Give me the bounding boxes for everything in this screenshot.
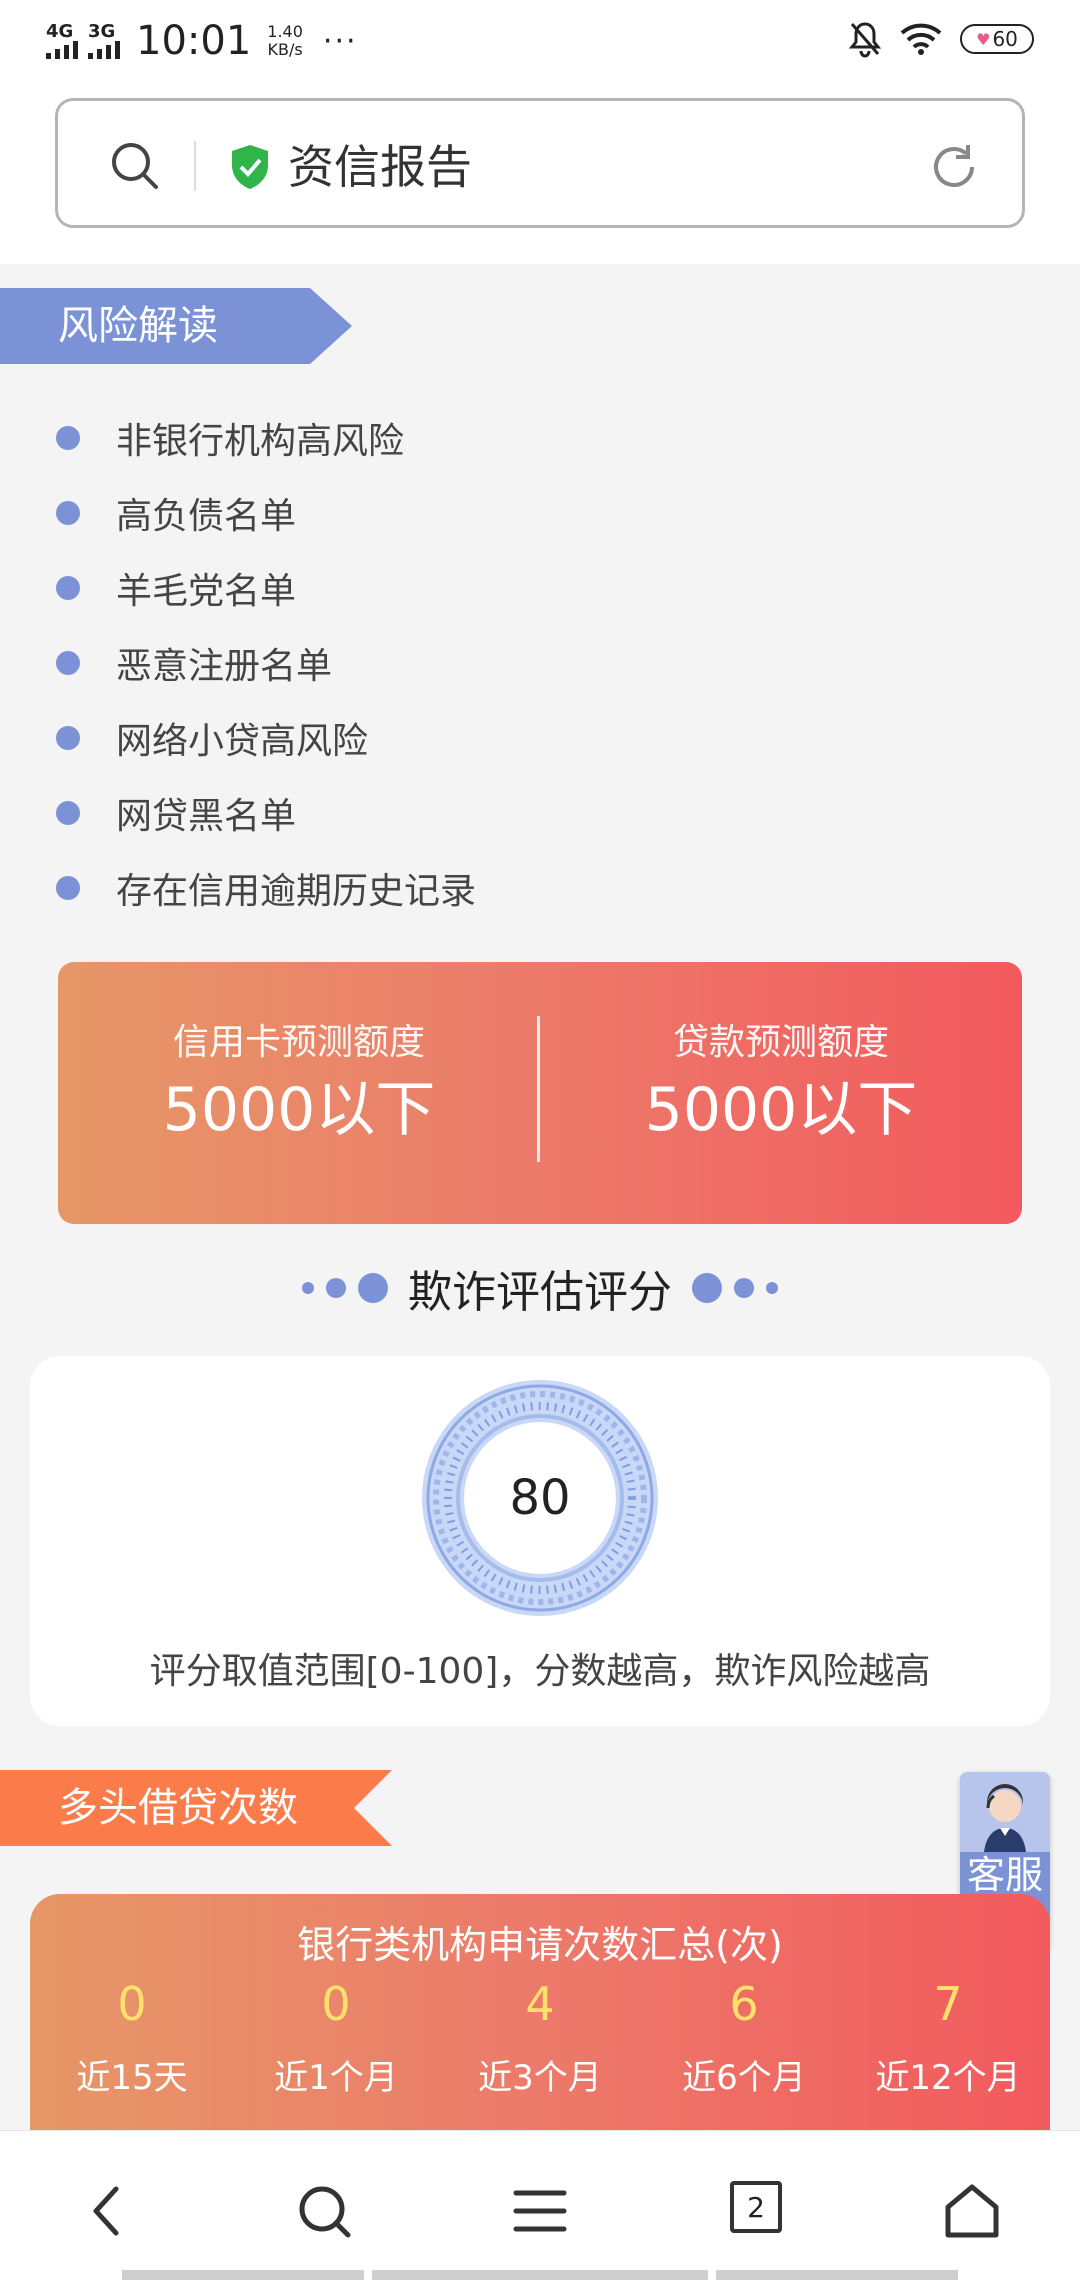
decor-dots-right-icon <box>692 1273 778 1303</box>
signal-4g-icon: 4G <box>46 23 78 59</box>
back-icon[interactable] <box>78 2179 142 2243</box>
search-icon[interactable] <box>292 2179 356 2243</box>
home-icon[interactable] <box>940 2179 1004 2243</box>
credit-card-prediction: 信用卡预测额度 5000以下 <box>58 1020 540 1148</box>
network-type-2: 3G <box>88 21 116 42</box>
wifi-icon <box>900 23 942 55</box>
risk-item-label: 非银行机构高风险 <box>116 420 405 462</box>
battery-level: 60 <box>992 27 1018 51</box>
mute-bell-icon <box>848 22 882 58</box>
list-item: 非银行机构高风险 <box>56 400 956 475</box>
loan-value: 5000以下 <box>644 1075 918 1145</box>
risk-section-tag: 风险解读 <box>0 288 352 364</box>
page-title: 资信报告 <box>288 140 472 194</box>
period-count: 0 <box>117 1977 147 2031</box>
risk-item-label: 网贷黑名单 <box>116 795 297 837</box>
period-count: 4 <box>525 1977 555 2031</box>
period-label: 近1个月 <box>274 2058 398 2098</box>
status-right: ♥ 60 <box>848 20 1034 58</box>
list-item: 存在信用逾期历史记录 <box>56 850 956 925</box>
browser-bottom-nav: 2 <box>0 2130 1080 2280</box>
bank-application-card: 银行类机构申请次数汇总(次) 0 近15天 0 近1个月 4 近3个月 6 近6… <box>30 1894 1050 2134</box>
list-item: 恶意注册名单 <box>56 625 956 700</box>
period-item: 0 近1个月 <box>234 1976 438 2098</box>
gesture-bar-center <box>372 2270 708 2280</box>
loan-label: 贷款预测额度 <box>672 1022 889 1063</box>
gesture-bar-right <box>716 2270 958 2280</box>
period-count: 7 <box>933 1977 963 2031</box>
period-label: 近6个月 <box>682 2058 806 2098</box>
bullet-icon <box>56 500 80 525</box>
refresh-icon[interactable] <box>926 139 982 195</box>
list-item: 网贷黑名单 <box>56 775 956 850</box>
loan-prediction: 贷款预测额度 5000以下 <box>540 1020 1022 1148</box>
fraud-score-note: 评分取值范围[0-100]，分数越高，欺诈风险越高 <box>149 1651 931 1692</box>
more-notifications-icon: ··· <box>322 23 358 59</box>
limit-prediction-card: 信用卡预测额度 5000以下 贷款预测额度 5000以下 <box>58 962 1022 1224</box>
fraud-score-card: 80 评分取值范围[0-100]，分数越高，欺诈风险越高 <box>30 1356 1050 1726</box>
period-item: 6 近6个月 <box>642 1976 846 2098</box>
bullet-icon <box>56 425 80 450</box>
gesture-bar-left <box>122 2270 364 2280</box>
risk-item-label: 网络小贷高风险 <box>116 720 369 762</box>
bullet-icon <box>56 725 80 750</box>
speed-unit: KB/s <box>267 40 303 59</box>
period-count: 6 <box>729 1977 759 2031</box>
browser-header: 资信报告 <box>0 86 1080 264</box>
bullet-icon <box>56 575 80 600</box>
network-type-1: 4G <box>46 21 74 42</box>
address-bar[interactable]: 资信报告 <box>55 98 1025 228</box>
fraud-section-title: 欺诈评估评分 <box>0 1256 1080 1320</box>
clock: 10:01 <box>136 18 252 64</box>
network-speed: 1.40 KB/s <box>267 23 303 59</box>
period-label: 近3个月 <box>478 2058 602 2098</box>
bank-card-title: 银行类机构申请次数汇总(次) <box>297 1923 783 1967</box>
agent-avatar-icon <box>960 1772 1050 1852</box>
list-item: 高负债名单 <box>56 475 956 550</box>
period-item: 4 近3个月 <box>438 1976 642 2098</box>
battery-icon: ♥ 60 <box>960 24 1034 54</box>
credit-card-label: 信用卡预测额度 <box>172 1022 425 1063</box>
status-bar: 4G 3G 10:01 1.40 KB/s ··· ♥ 60 <box>0 0 1080 86</box>
decor-dots-left-icon <box>302 1273 388 1303</box>
fraud-title-text: 欺诈评估评分 <box>408 1267 672 1318</box>
search-icon[interactable] <box>108 139 162 193</box>
risk-item-label: 羊毛党名单 <box>116 570 297 612</box>
list-item: 网络小贷高风险 <box>56 700 956 775</box>
risk-list: 非银行机构高风险 高负债名单 羊毛党名单 恶意注册名单 网络小贷高风险 网贷黑名… <box>56 400 956 925</box>
period-item: 7 近12个月 <box>846 1976 1050 2098</box>
period-label: 近15天 <box>76 2058 188 2098</box>
signal-3g-icon: 3G <box>88 23 120 59</box>
customer-service-label: 客服 <box>966 1853 1043 1897</box>
bullet-icon <box>56 650 80 675</box>
multi-loan-section-tag: 多头借贷次数 <box>0 1770 392 1846</box>
status-left: 4G 3G 10:01 1.40 KB/s ··· <box>46 18 358 64</box>
menu-icon[interactable] <box>508 2179 572 2243</box>
bullet-icon <box>56 800 80 825</box>
list-item: 羊毛党名单 <box>56 550 956 625</box>
period-count: 0 <box>321 1977 351 2031</box>
risk-item-label: 恶意注册名单 <box>116 645 333 687</box>
risk-item-label: 高负债名单 <box>116 495 297 537</box>
speed-value: 1.40 <box>267 22 303 41</box>
period-item: 0 近15天 <box>30 1976 234 2098</box>
search-divider <box>194 141 196 191</box>
period-label: 近12个月 <box>875 2058 1021 2098</box>
fraud-score-value: 80 <box>509 1470 571 1526</box>
bank-period-list: 0 近15天 0 近1个月 4 近3个月 6 近6个月 7 近12个月 <box>30 1976 1050 2098</box>
secure-shield-icon <box>232 145 268 189</box>
bullet-icon <box>56 875 80 900</box>
tabs-button[interactable]: 2 <box>730 2181 782 2233</box>
credit-card-value: 5000以下 <box>162 1075 436 1145</box>
risk-item-label: 存在信用逾期历史记录 <box>116 870 477 912</box>
